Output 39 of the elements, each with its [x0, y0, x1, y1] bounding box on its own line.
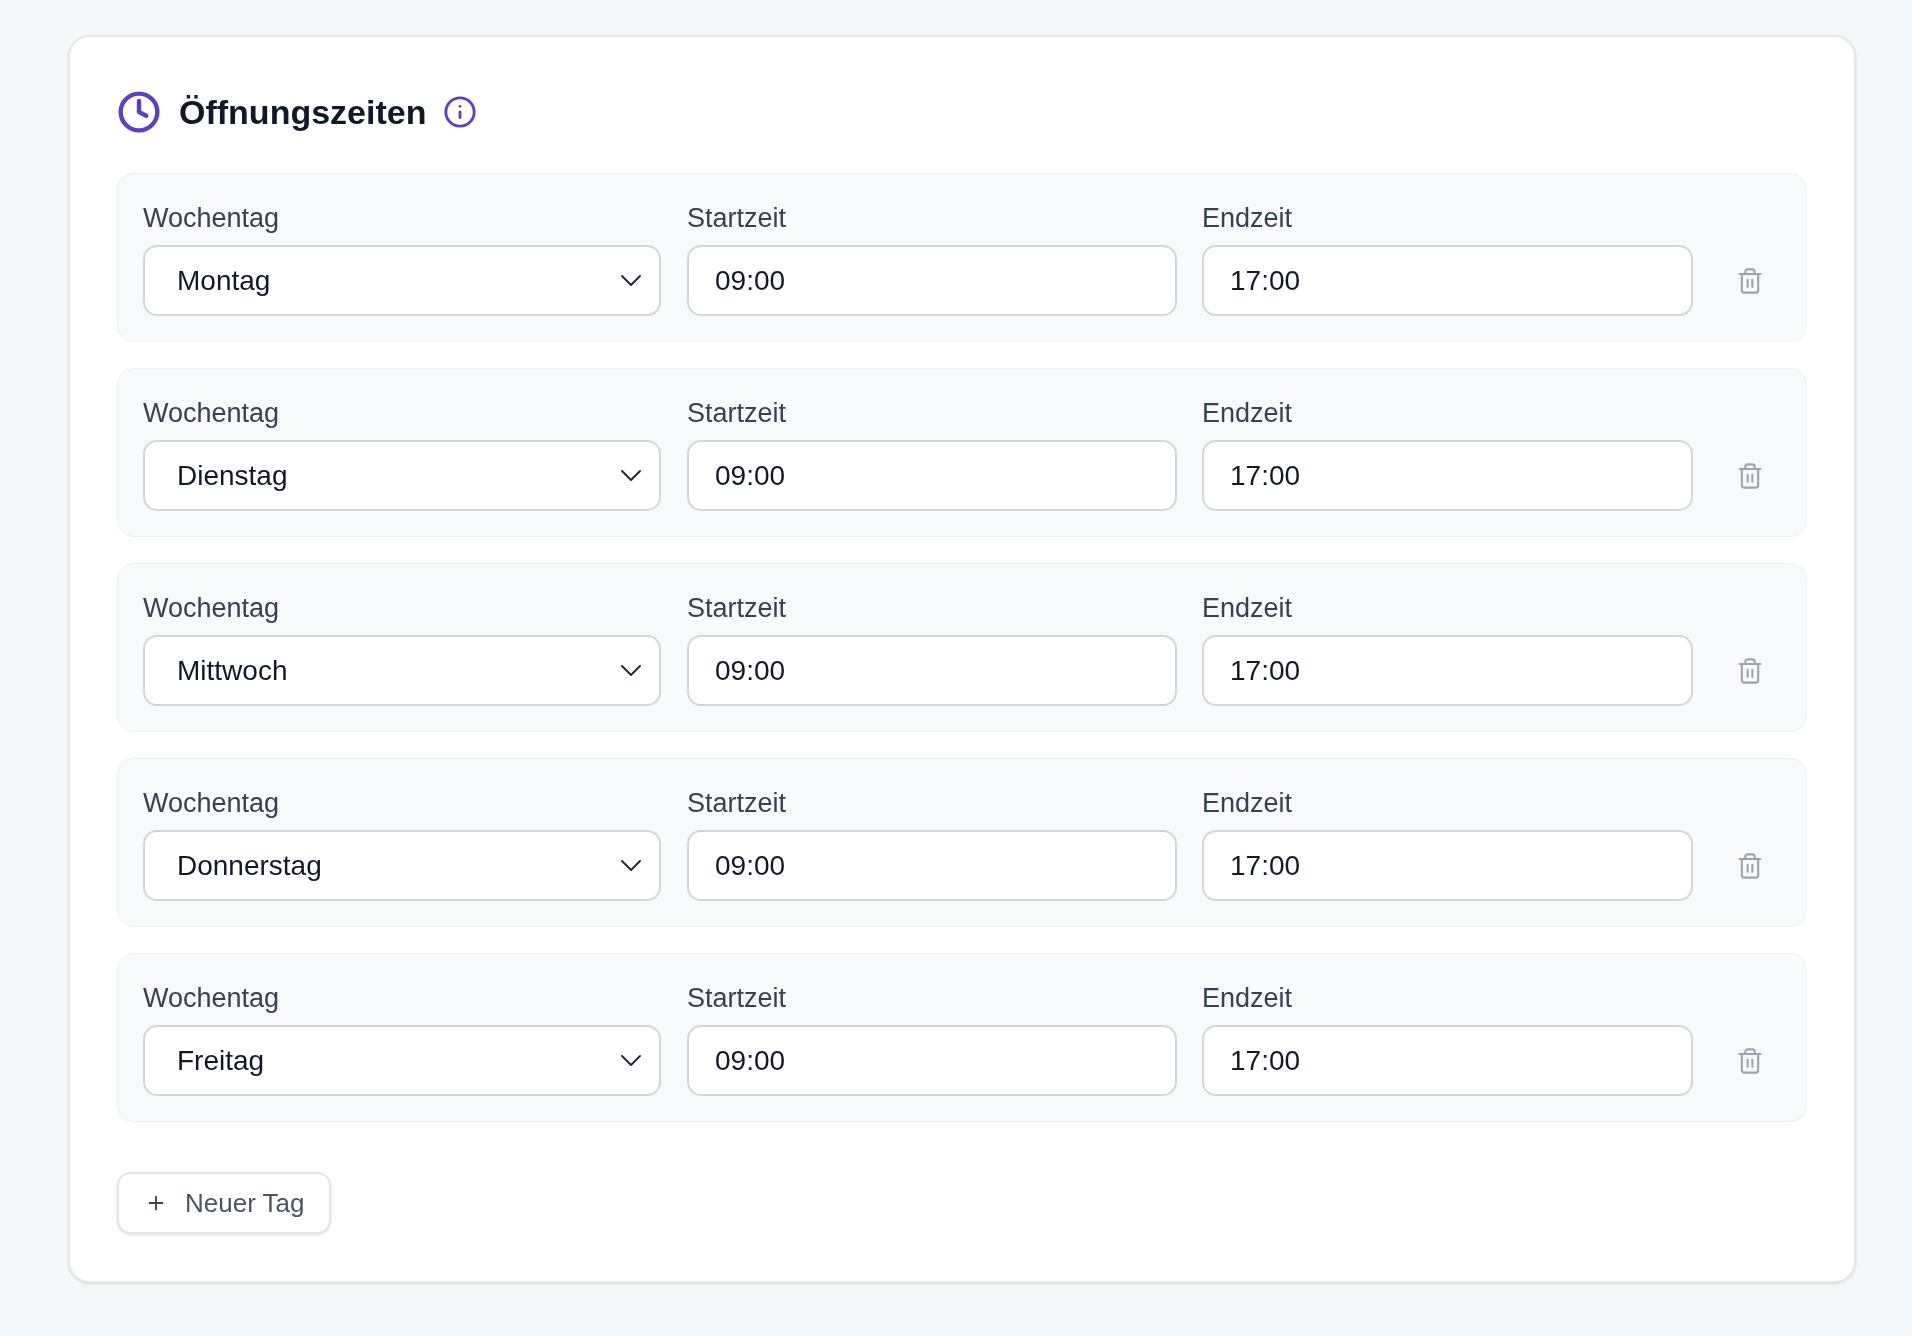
field-label: Startzeit — [687, 787, 787, 819]
weekday-select[interactable]: Mittwoch — [143, 635, 661, 706]
clock-icon — [117, 90, 161, 134]
field-label: Startzeit — [687, 592, 787, 624]
end-time-field[interactable]: 17:00 — [1202, 635, 1693, 706]
chevron-down-icon — [621, 470, 641, 481]
chevron-down-icon — [621, 665, 641, 676]
weekday-select[interactable]: Montag — [143, 245, 661, 316]
chevron-down-icon — [621, 1055, 641, 1066]
field-label: Wochentag — [143, 982, 280, 1014]
end-time-field[interactable]: 17:00 — [1202, 1025, 1693, 1096]
field-label: Endzeit — [1202, 592, 1293, 624]
field-label: Startzeit — [687, 202, 787, 234]
weekday-select[interactable]: Donnerstag — [143, 830, 661, 901]
section-title: Öffnungszeiten — [179, 92, 427, 133]
field-label: Startzeit — [687, 397, 787, 429]
field-label: Endzeit — [1202, 397, 1293, 429]
field-label: Endzeit — [1202, 202, 1293, 234]
start-time-field[interactable]: 09:00 — [687, 440, 1177, 511]
start-time-field[interactable]: 09:00 — [687, 635, 1177, 706]
field-label: Startzeit — [687, 982, 787, 1014]
field-label: Endzeit — [1202, 787, 1293, 819]
start-time-field[interactable]: 09:00 — [687, 245, 1177, 316]
chevron-down-icon — [621, 275, 641, 286]
field-label: Wochentag — [143, 397, 280, 429]
start-time-field[interactable]: 09:00 — [687, 1025, 1177, 1096]
chevron-down-icon — [621, 860, 641, 871]
start-time-field[interactable]: 09:00 — [687, 830, 1177, 901]
info-icon[interactable] — [443, 95, 478, 129]
end-time-field[interactable]: 17:00 — [1202, 830, 1693, 901]
add-day-button[interactable]: Neuer Tag — [117, 1172, 331, 1234]
field-label: Wochentag — [143, 592, 280, 624]
weekday-select[interactable]: Freitag — [143, 1025, 661, 1096]
end-time-field[interactable]: 17:00 — [1202, 245, 1693, 316]
weekday-select[interactable]: Dienstag — [143, 440, 661, 511]
field-label: Wochentag — [143, 202, 280, 234]
field-label: Wochentag — [143, 787, 280, 819]
end-time-field[interactable]: 17:00 — [1202, 440, 1693, 511]
field-label: Endzeit — [1202, 982, 1293, 1014]
